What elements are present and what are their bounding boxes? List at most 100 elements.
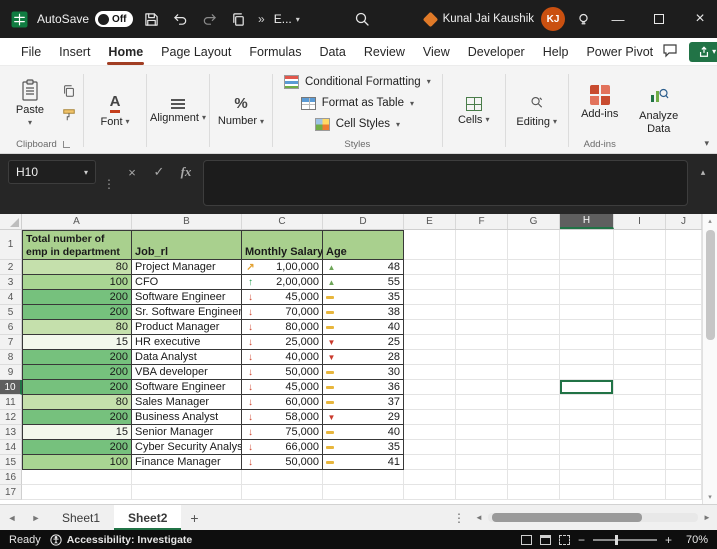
- cell-J11[interactable]: [666, 395, 702, 410]
- conditional-formatting-button[interactable]: Conditional Formatting ▾: [276, 71, 439, 93]
- cell-I5[interactable]: [614, 305, 666, 320]
- cell-C1[interactable]: Monthly Salary: [242, 230, 323, 260]
- copy-button[interactable]: [227, 7, 249, 31]
- cell-H5[interactable]: [560, 305, 614, 320]
- scroll-left-icon[interactable]: ◄: [473, 513, 485, 522]
- insert-function-button[interactable]: fx: [176, 160, 196, 184]
- cell-B15[interactable]: Finance Manager: [132, 455, 242, 470]
- cell-B5[interactable]: Sr. Software Engineer: [132, 305, 242, 320]
- cell-A14[interactable]: 200: [22, 440, 132, 455]
- cell-C17[interactable]: [242, 485, 323, 500]
- cell-D13[interactable]: 40: [323, 425, 404, 440]
- cell-G9[interactable]: [508, 365, 560, 380]
- horizontal-scrollbar[interactable]: ◄ ►: [473, 513, 717, 522]
- cell-F4[interactable]: [456, 290, 508, 305]
- cell-J4[interactable]: [666, 290, 702, 305]
- cell-C7[interactable]: 25,000: [242, 335, 323, 350]
- zoom-slider[interactable]: [593, 539, 657, 541]
- cell-C9[interactable]: 50,000: [242, 365, 323, 380]
- cell-H7[interactable]: [560, 335, 614, 350]
- cell-F6[interactable]: [456, 320, 508, 335]
- cell-J12[interactable]: [666, 410, 702, 425]
- quick-access-more-icon[interactable]: »: [256, 12, 267, 26]
- close-button[interactable]: ×: [683, 0, 717, 38]
- ribbon-tab-formulas[interactable]: Formulas: [240, 40, 310, 64]
- cell-I15[interactable]: [614, 455, 666, 470]
- select-all-button[interactable]: [0, 214, 22, 229]
- page-break-view-icon[interactable]: [559, 535, 570, 545]
- cell-C13[interactable]: 75,000: [242, 425, 323, 440]
- document-name-dropdown[interactable]: E... ▾: [274, 12, 300, 26]
- cell-G14[interactable]: [508, 440, 560, 455]
- cell-D5[interactable]: 38: [323, 305, 404, 320]
- cell-G10[interactable]: [508, 380, 560, 395]
- cell-I13[interactable]: [614, 425, 666, 440]
- cell-D7[interactable]: 25: [323, 335, 404, 350]
- cell-B17[interactable]: [132, 485, 242, 500]
- cell-E17[interactable]: [404, 485, 456, 500]
- cell-H4[interactable]: [560, 290, 614, 305]
- page-layout-view-icon[interactable]: [540, 535, 551, 545]
- cell-C5[interactable]: 70,000: [242, 305, 323, 320]
- row-header-11[interactable]: 11: [0, 395, 22, 410]
- cell-A9[interactable]: 200: [22, 365, 132, 380]
- sheet-nav-left-icon[interactable]: ◄: [0, 513, 24, 523]
- cell-E16[interactable]: [404, 470, 456, 485]
- cell-G16[interactable]: [508, 470, 560, 485]
- cell-E6[interactable]: [404, 320, 456, 335]
- zoom-out-icon[interactable]: −: [578, 533, 585, 547]
- cell-G7[interactable]: [508, 335, 560, 350]
- paste-button[interactable]: Paste ▾: [6, 78, 54, 127]
- cell-H17[interactable]: [560, 485, 614, 500]
- cell-F17[interactable]: [456, 485, 508, 500]
- scroll-down-icon[interactable]: ▾: [708, 490, 712, 504]
- cell-B10[interactable]: Software Engineer: [132, 380, 242, 395]
- cell-B1[interactable]: Job_rl: [132, 230, 242, 260]
- cell-A12[interactable]: 200: [22, 410, 132, 425]
- cell-G17[interactable]: [508, 485, 560, 500]
- cell-G15[interactable]: [508, 455, 560, 470]
- alignment-group-button[interactable]: Alignment ▾: [150, 69, 206, 153]
- row-header-10[interactable]: 10: [0, 380, 22, 395]
- cell-J17[interactable]: [666, 485, 702, 500]
- format-painter-button[interactable]: [58, 106, 80, 124]
- autosave-toggle[interactable]: AutoSave Off: [37, 11, 133, 27]
- cell-G1[interactable]: [508, 230, 560, 260]
- cell-C4[interactable]: 45,000: [242, 290, 323, 305]
- cell-E14[interactable]: [404, 440, 456, 455]
- cell-I3[interactable]: [614, 275, 666, 290]
- cell-H12[interactable]: [560, 410, 614, 425]
- cell-H16[interactable]: [560, 470, 614, 485]
- font-group-button[interactable]: A Font ▾: [87, 69, 143, 153]
- cell-G13[interactable]: [508, 425, 560, 440]
- cell-J3[interactable]: [666, 275, 702, 290]
- cell-A1[interactable]: Total number of emp in department: [22, 230, 132, 260]
- user-name[interactable]: Kunal Jai Kaushik: [443, 13, 534, 25]
- cell-E1[interactable]: [404, 230, 456, 260]
- cell-H10[interactable]: [560, 380, 614, 395]
- cell-D4[interactable]: 35: [323, 290, 404, 305]
- cell-G3[interactable]: [508, 275, 560, 290]
- cancel-icon[interactable]: ×: [122, 160, 142, 184]
- cell-J10[interactable]: [666, 380, 702, 395]
- row-header-9[interactable]: 9: [0, 365, 22, 380]
- cell-G11[interactable]: [508, 395, 560, 410]
- accessibility-status[interactable]: Accessibility: Investigate: [50, 534, 192, 546]
- cell-J5[interactable]: [666, 305, 702, 320]
- cell-B8[interactable]: Data Analyst: [132, 350, 242, 365]
- cell-E10[interactable]: [404, 380, 456, 395]
- cell-G8[interactable]: [508, 350, 560, 365]
- cell-J2[interactable]: [666, 260, 702, 275]
- cell-J13[interactable]: [666, 425, 702, 440]
- column-header-G[interactable]: G: [508, 214, 560, 229]
- ribbon-tab-home[interactable]: Home: [99, 40, 152, 64]
- cell-A10[interactable]: 200: [22, 380, 132, 395]
- zoom-level[interactable]: 70%: [680, 534, 708, 546]
- cell-I6[interactable]: [614, 320, 666, 335]
- cell-G6[interactable]: [508, 320, 560, 335]
- ribbon-tab-insert[interactable]: Insert: [50, 40, 99, 64]
- cell-J15[interactable]: [666, 455, 702, 470]
- cell-F8[interactable]: [456, 350, 508, 365]
- cell-A17[interactable]: [22, 485, 132, 500]
- cell-A15[interactable]: 100: [22, 455, 132, 470]
